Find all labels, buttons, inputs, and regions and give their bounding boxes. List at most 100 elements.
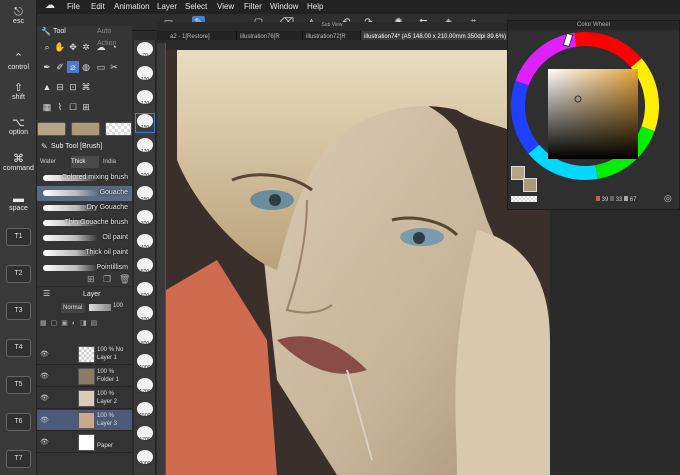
delete-sub-tool-icon[interactable]: 🗑 bbox=[119, 274, 130, 285]
menu-layer[interactable]: Layer bbox=[157, 2, 177, 11]
ruler-tool-icon[interactable]: ⌘ bbox=[80, 81, 92, 93]
brush-size-item[interactable]: 2000 bbox=[136, 450, 154, 468]
menu-window[interactable]: Window bbox=[270, 2, 298, 11]
layer-row[interactable]: 👁 100 % Folder 1 bbox=[37, 366, 132, 387]
add-sub-tool-icon[interactable]: ⊞ bbox=[87, 274, 95, 285]
brush-size-item[interactable]: 120 bbox=[136, 90, 154, 108]
figure-tool-icon[interactable]: ⊡ bbox=[67, 81, 79, 93]
move-tool-icon[interactable]: ✥ bbox=[67, 41, 79, 53]
brush-size-item[interactable]: 800 bbox=[136, 330, 154, 348]
eraser-tool-icon[interactable]: ⌀ bbox=[67, 61, 79, 73]
layer-row[interactable]: 👁 100 % Layer 3 bbox=[37, 410, 132, 431]
visibility-eye-icon[interactable]: 👁 bbox=[40, 350, 49, 358]
sub-tool-title: Sub Tool [Brush] bbox=[51, 143, 103, 150]
layer-row[interactable]: 👁 100 % No Layer 1 bbox=[37, 344, 132, 365]
shortcut-key-t7[interactable]: T7 bbox=[6, 450, 31, 468]
main-color-swatch[interactable] bbox=[37, 122, 66, 136]
esc-key[interactable]: ⎋ esc bbox=[0, 6, 37, 25]
layer-opacity: 100 % No bbox=[97, 347, 124, 353]
brush-item[interactable]: Oil paint bbox=[37, 231, 132, 246]
gradient-tool-icon[interactable]: ⊟ bbox=[54, 81, 66, 93]
select-tool-icon[interactable]: ◔ bbox=[108, 41, 120, 53]
brush-item[interactable]: Colored mixing brush bbox=[37, 171, 132, 186]
sub-tool-tab-thick[interactable]: Thick bbox=[71, 156, 99, 168]
cut-tool-icon[interactable]: ✂ bbox=[108, 61, 120, 73]
auto-tool-icon[interactable]: ☁ bbox=[95, 41, 107, 53]
menu-view[interactable]: View bbox=[217, 2, 234, 11]
brush-item[interactable]: Dry Gouache bbox=[37, 201, 132, 216]
blend-mode-select[interactable]: Normal bbox=[61, 303, 85, 313]
brush-size-item[interactable]: 1000 bbox=[136, 354, 154, 372]
transparent-color-swatch[interactable] bbox=[105, 122, 132, 136]
shift-key[interactable]: ⇧ shift bbox=[0, 82, 37, 101]
auto-action-tab[interactable]: Auto Action bbox=[97, 26, 132, 47]
visibility-eye-icon[interactable]: 👁 bbox=[40, 394, 49, 402]
brush-item[interactable]: Thick oil paint bbox=[37, 246, 132, 261]
visibility-eye-icon[interactable]: 👁 bbox=[40, 372, 49, 380]
space-key[interactable]: ▬ space bbox=[0, 193, 37, 212]
shortcut-key-t5[interactable]: T5 bbox=[6, 376, 31, 394]
shortcut-key-t1[interactable]: T1 bbox=[6, 228, 31, 246]
control-key[interactable]: ⌃ control bbox=[0, 52, 37, 71]
sub-color-swatch[interactable] bbox=[71, 122, 100, 136]
sub-tool-tab-water[interactable]: Water bbox=[40, 156, 66, 168]
menu-file[interactable]: File bbox=[67, 2, 80, 11]
command-key[interactable]: ⌘ command bbox=[0, 153, 37, 172]
brush-item[interactable]: Gouache bbox=[37, 186, 132, 201]
menu-select[interactable]: Select bbox=[185, 2, 207, 11]
airbrush-tool-icon[interactable]: ◍ bbox=[80, 61, 92, 73]
layer-row[interactable]: 👁 100 % Layer 2 bbox=[37, 388, 132, 409]
brush-size-item[interactable]: 1200 bbox=[136, 378, 154, 396]
brush-size-item[interactable]: 600 bbox=[136, 282, 154, 300]
layer-tools-row[interactable]: ▦▢▣◐◨▤ bbox=[40, 319, 130, 329]
color-mode-icon[interactable]: ◎ bbox=[664, 193, 672, 204]
option-key[interactable]: ⌥ option bbox=[0, 117, 37, 136]
brush-size-item[interactable]: 1500 bbox=[136, 402, 154, 420]
layer-move-tool-icon[interactable]: ▭ bbox=[95, 61, 107, 73]
brush-size-item[interactable]: 1700 bbox=[136, 426, 154, 444]
pen-tool-icon[interactable]: ✒ bbox=[41, 61, 53, 73]
brush-size-item[interactable]: 100 bbox=[136, 66, 154, 84]
brush-size-item[interactable]: 500 bbox=[136, 258, 154, 276]
sub-tool-panel: Sub Tool [Brush] ✎ Water Thick India Col… bbox=[37, 141, 132, 286]
brush-size-item[interactable]: 300 bbox=[136, 210, 154, 228]
layer-opacity-slider[interactable] bbox=[89, 304, 111, 311]
brush-size-item[interactable]: 70 bbox=[136, 42, 154, 60]
menu-help[interactable]: Help bbox=[307, 2, 323, 11]
zoom-tool-icon[interactable]: ⌕ bbox=[41, 41, 53, 53]
pencil-tool-icon[interactable]: ✐ bbox=[54, 61, 66, 73]
app-logo-icon[interactable]: ☁ bbox=[45, 0, 55, 11]
control-icon: ⌃ bbox=[13, 52, 24, 64]
brush-size-item[interactable]: 400 bbox=[136, 234, 154, 252]
fill-tool-icon[interactable]: ▲ bbox=[41, 81, 53, 93]
correct-tool-icon[interactable]: ⊞ bbox=[80, 101, 92, 113]
shortcut-key-t4[interactable]: T4 bbox=[6, 339, 31, 357]
brush-item[interactable]: Thin Gouache brush bbox=[37, 216, 132, 231]
sub-tool-tab-india[interactable]: India bbox=[103, 156, 131, 168]
brush-size-item[interactable]: 700 bbox=[136, 306, 154, 324]
rotate-tool-icon[interactable]: ✲ bbox=[80, 41, 92, 53]
wheel-sub-color[interactable] bbox=[523, 178, 537, 192]
wheel-transparent[interactable] bbox=[511, 196, 537, 202]
visibility-eye-icon[interactable]: 👁 bbox=[40, 438, 49, 446]
menu-filter[interactable]: Filter bbox=[244, 2, 262, 11]
line-tool-icon[interactable]: ⌇ bbox=[54, 101, 66, 113]
visibility-eye-icon[interactable]: 👁 bbox=[40, 416, 49, 424]
text-tool-icon[interactable]: ☐ bbox=[67, 101, 79, 113]
brush-size-item[interactable]: 250 bbox=[136, 186, 154, 204]
brush-size-item[interactable]: 200 bbox=[136, 162, 154, 180]
frame-tool-icon[interactable]: ▦ bbox=[41, 101, 53, 113]
copy-sub-tool-icon[interactable]: ❐ bbox=[103, 274, 111, 285]
shortcut-key-t2[interactable]: T2 bbox=[6, 265, 31, 283]
hand-tool-icon[interactable]: ✋ bbox=[54, 41, 66, 53]
brush-size-item[interactable]: 150 bbox=[135, 113, 155, 133]
shortcut-key-t3[interactable]: T3 bbox=[6, 302, 31, 320]
layer-row[interactable]: 👁 Paper bbox=[37, 432, 132, 453]
tool-panel-title[interactable]: Tool bbox=[53, 26, 66, 38]
layer-opacity-value[interactable]: 100 bbox=[113, 303, 123, 309]
brush-size-item[interactable]: 170 bbox=[136, 138, 154, 156]
brush-item[interactable]: Pointillism bbox=[37, 261, 132, 276]
shortcut-key-t6[interactable]: T6 bbox=[6, 413, 31, 431]
menu-animation[interactable]: Animation bbox=[114, 2, 150, 11]
menu-edit[interactable]: Edit bbox=[91, 2, 105, 11]
